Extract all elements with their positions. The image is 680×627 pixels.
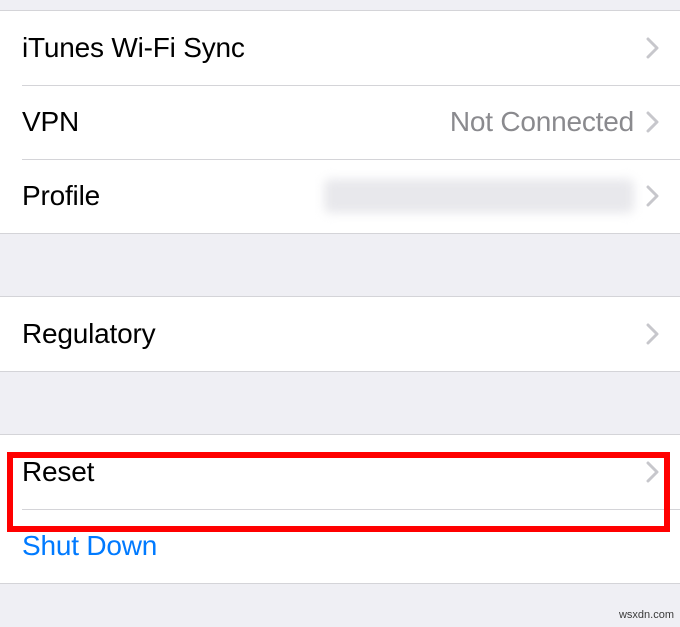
row-label: Shut Down — [22, 530, 157, 562]
row-label: Regulatory — [22, 318, 155, 350]
row-reset[interactable]: Reset — [0, 435, 680, 509]
row-vpn[interactable]: VPN Not Connected — [0, 85, 680, 159]
row-value: Not Connected — [450, 106, 634, 138]
row-value-redacted — [324, 179, 634, 213]
chevron-right-icon — [646, 111, 660, 133]
row-profile[interactable]: Profile — [0, 159, 680, 233]
row-itunes-wifi-sync[interactable]: iTunes Wi-Fi Sync — [0, 11, 680, 85]
row-label: VPN — [22, 106, 79, 138]
chevron-right-icon — [646, 185, 660, 207]
watermark: wsxdn.com — [619, 609, 674, 621]
row-shut-down[interactable]: Shut Down — [0, 509, 680, 583]
settings-group-2: Regulatory — [0, 296, 680, 372]
settings-group-1: iTunes Wi-Fi Sync VPN Not Connected Prof… — [0, 10, 680, 234]
settings-group-3: Reset Shut Down — [0, 434, 680, 584]
row-regulatory[interactable]: Regulatory — [0, 297, 680, 371]
chevron-right-icon — [646, 323, 660, 345]
row-label: Reset — [22, 456, 94, 488]
chevron-right-icon — [646, 461, 660, 483]
chevron-right-icon — [646, 37, 660, 59]
row-label: iTunes Wi-Fi Sync — [22, 32, 245, 64]
row-label: Profile — [22, 180, 100, 212]
